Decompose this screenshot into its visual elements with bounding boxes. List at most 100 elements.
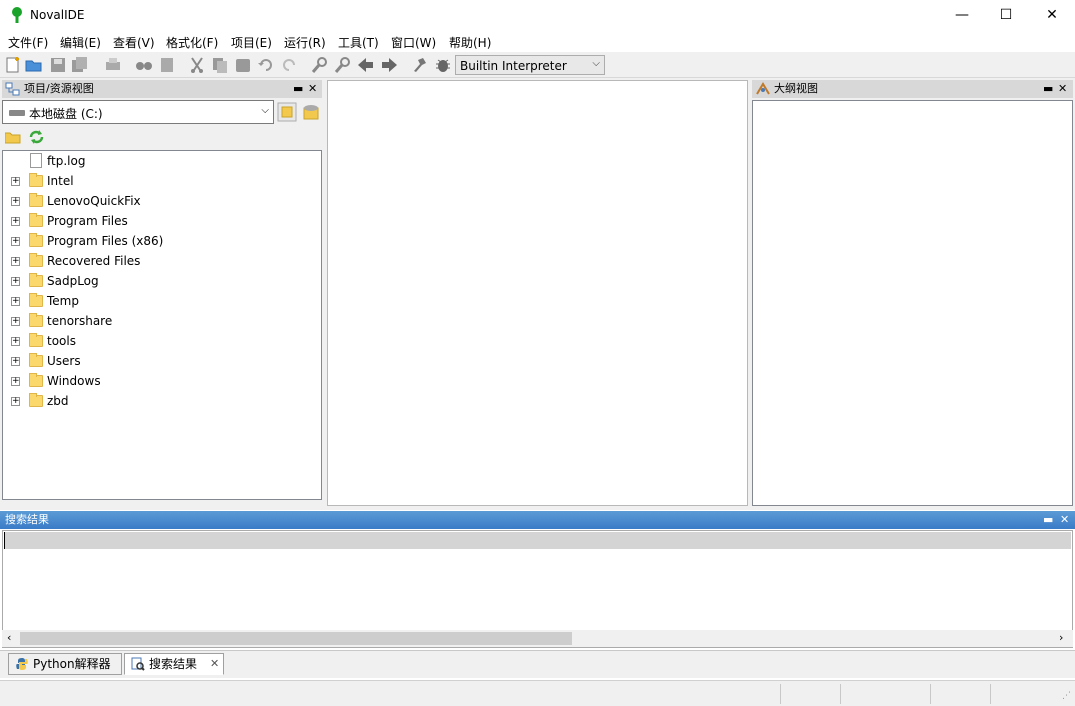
find-in-files-icon[interactable] [311, 56, 329, 74]
close-icon: ✕ [1046, 7, 1058, 23]
menu-run[interactable]: 运行(R) [284, 34, 326, 51]
tree-item-label: Users [47, 354, 81, 368]
tree-item[interactable]: + Users [3, 351, 321, 371]
folder-icon [29, 293, 43, 307]
tab-python-interpreter[interactable]: Python解释器 [8, 653, 122, 675]
menu-format[interactable]: 格式化(F) [166, 34, 218, 51]
menu-edit[interactable]: 编辑(E) [60, 34, 101, 51]
panel-close-icon[interactable]: ✕ [1060, 511, 1069, 529]
folder-icon [29, 393, 43, 407]
back-arrow-icon[interactable] [357, 56, 375, 74]
scrollbar-thumb[interactable] [20, 632, 572, 645]
open-folder-icon[interactable] [25, 56, 43, 74]
expand-icon[interactable]: + [11, 377, 20, 386]
open-folder-icon[interactable] [5, 130, 21, 144]
editor-area[interactable] [327, 80, 748, 506]
pane-minimize-icon[interactable]: ▬ [1043, 80, 1053, 98]
save-all-icon[interactable] [71, 56, 89, 74]
tree-item[interactable]: + tools [3, 331, 321, 351]
tab-search-results[interactable]: 搜索结果 ✕ [124, 653, 224, 675]
menu-project[interactable]: 项目(E) [231, 34, 272, 51]
tree-item[interactable]: + Program Files [3, 211, 321, 231]
print-icon[interactable] [104, 56, 122, 74]
menu-file[interactable]: 文件(F) [8, 34, 48, 51]
tree-item-label: ftp.log [47, 154, 86, 168]
menu-tools[interactable]: 工具(T) [338, 34, 379, 51]
outline-view[interactable] [752, 100, 1073, 506]
pane-close-icon[interactable]: ✕ [308, 80, 317, 98]
new-file-icon[interactable] [4, 56, 22, 74]
tree-item-label: Program Files (x86) [47, 234, 164, 248]
browse-drive-icon[interactable] [301, 102, 321, 122]
forward-arrow-icon[interactable] [380, 56, 398, 74]
debug-bug-icon[interactable] [434, 56, 452, 74]
expand-icon[interactable]: + [11, 337, 20, 346]
print-preview-icon[interactable] [158, 56, 176, 74]
expand-icon[interactable]: + [11, 297, 20, 306]
expand-icon[interactable]: + [11, 277, 20, 286]
outline-icon [756, 82, 770, 95]
pane-close-icon[interactable]: ✕ [1058, 80, 1067, 98]
run-icon[interactable] [411, 56, 429, 74]
tree-item[interactable]: + Intel [3, 171, 321, 191]
pane-minimize-icon[interactable]: ▬ [293, 80, 303, 98]
expand-icon[interactable]: + [11, 397, 20, 406]
search-results-line[interactable] [4, 532, 1071, 549]
interpreter-value: Builtin Interpreter [460, 59, 567, 73]
menu-view[interactable]: 查看(V) [113, 34, 155, 51]
toolbar: Builtin Interpreter ⌵ [0, 52, 1075, 78]
scroll-right-icon[interactable]: › [1059, 631, 1063, 644]
tree-item[interactable]: + SadpLog [3, 271, 321, 291]
tree-item[interactable]: + Program Files (x86) [3, 231, 321, 251]
tree-item[interactable]: ftp.log [3, 151, 321, 171]
tree-item[interactable]: + LenovoQuickFix [3, 191, 321, 211]
horizontal-scrollbar[interactable]: ‹ › [2, 630, 1073, 647]
save-icon[interactable] [49, 56, 67, 74]
tree-item[interactable]: + Temp [3, 291, 321, 311]
find-icon[interactable] [135, 56, 153, 74]
tree-item[interactable]: + Recovered Files [3, 251, 321, 271]
scroll-left-icon[interactable]: ‹ [7, 631, 11, 644]
cut-icon[interactable] [188, 56, 206, 74]
menu-help[interactable]: 帮助(H) [449, 34, 491, 51]
tree-item[interactable]: + tenorshare [3, 311, 321, 331]
refresh-icon[interactable] [28, 129, 45, 145]
window-title: NovalIDE [30, 8, 85, 22]
maximize-button[interactable]: ☐ [983, 0, 1029, 30]
expand-icon[interactable]: + [11, 257, 20, 266]
expand-icon[interactable]: + [11, 237, 20, 246]
tree-item-label: tools [47, 334, 76, 348]
tree-item[interactable]: + Windows [3, 371, 321, 391]
file-tree[interactable]: ftp.log + Intel + LenovoQuickFix + Program Fil… [2, 150, 322, 500]
menu-window[interactable]: 窗口(W) [391, 34, 436, 51]
go-up-folder-icon[interactable] [277, 102, 297, 122]
expand-icon[interactable]: + [11, 317, 20, 326]
expand-icon[interactable]: + [11, 217, 20, 226]
resize-grip-icon[interactable]: ⋰ [1062, 691, 1071, 701]
drive-select[interactable]: 本地磁盘 (C:) ⌵ [2, 100, 274, 124]
folder-icon [29, 253, 43, 267]
expand-icon[interactable]: + [11, 177, 20, 186]
tab-close-icon[interactable]: ✕ [210, 654, 219, 674]
replace-icon[interactable] [334, 56, 352, 74]
minimize-button[interactable]: — [939, 0, 985, 30]
panel-minimize-icon[interactable]: ▬ [1043, 511, 1053, 529]
outline-pane-caption: 大纲视图 ▬ ✕ [752, 80, 1073, 98]
folder-icon [29, 213, 43, 227]
folder-icon [29, 373, 43, 387]
tree-item[interactable]: + zbd [3, 391, 321, 411]
status-bar: ⋰ [0, 680, 1075, 706]
tab-label: Python解释器 [33, 657, 111, 671]
close-button[interactable]: ✕ [1029, 0, 1075, 30]
paste-icon[interactable] [234, 56, 252, 74]
tree-item-label: tenorshare [47, 314, 113, 328]
status-separator [990, 684, 991, 704]
expand-icon[interactable]: + [11, 357, 20, 366]
undo-icon[interactable] [257, 56, 275, 74]
copy-icon[interactable] [211, 56, 229, 74]
tab-label: 搜索结果 [149, 657, 198, 671]
redo-icon[interactable] [280, 56, 298, 74]
tree-item-label: zbd [47, 394, 69, 408]
expand-icon[interactable]: + [11, 197, 20, 206]
interpreter-select[interactable]: Builtin Interpreter ⌵ [455, 55, 605, 75]
